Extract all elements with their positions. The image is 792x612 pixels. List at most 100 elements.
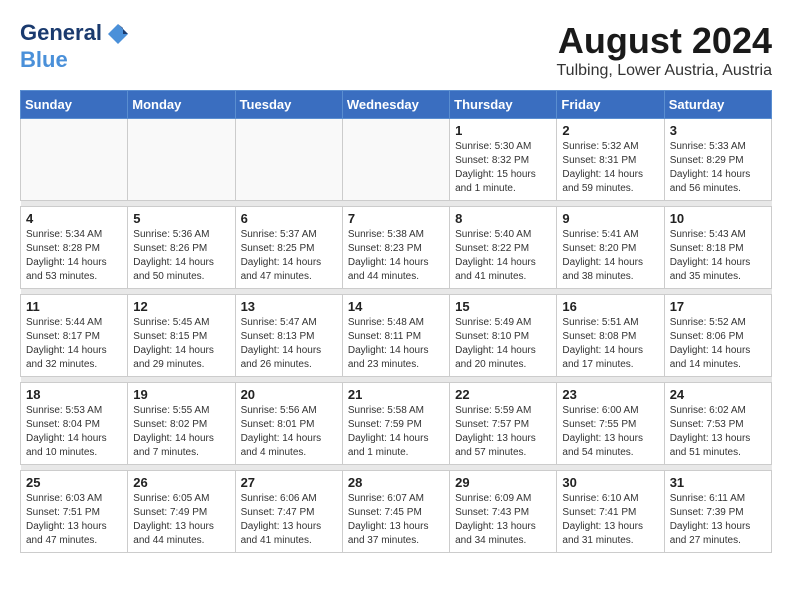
day-info: Sunrise: 5:58 AM Sunset: 7:59 PM Dayligh… [348,404,444,460]
day-number: 25 [26,475,122,490]
page-header: General Blue August 2024 Tulbing, Lower … [20,20,772,80]
table-row: 16 Sunrise: 5:51 AM Sunset: 8:08 PM Dayli… [557,295,664,377]
table-row: 11Sunrise: 5:44 AM Sunset: 8:17 PM Dayli… [21,295,128,377]
day-info: Sunrise: 6:03 AM Sunset: 7:51 PM Dayligh… [26,492,122,548]
day-number: 1 [455,123,551,138]
day-number: 10 [670,211,766,226]
table-row: 22 Sunrise: 5:59 AM Sunset: 7:57 PM Dayli… [450,383,557,465]
calendar-table: Sunday Monday Tuesday Wednesday Thursday… [20,90,772,553]
table-row: 9 Sunrise: 5:41 AM Sunset: 8:20 PM Daylig… [557,207,664,289]
day-number: 13 [241,299,337,314]
day-info: Sunrise: 5:40 AM Sunset: 8:22 PM Dayligh… [455,228,551,284]
day-info: Sunrise: 5:49 AM Sunset: 8:10 PM Dayligh… [455,316,551,372]
day-info: Sunrise: 6:05 AM Sunset: 7:49 PM Dayligh… [133,492,229,548]
table-row: 4 Sunrise: 5:34 AM Sunset: 8:28 PM Daylig… [21,207,128,289]
day-number: 4 [26,211,122,226]
table-row: 28 Sunrise: 6:07 AM Sunset: 7:45 PM Dayli… [342,471,449,553]
table-row: 30Sunrise: 6:10 AM Sunset: 7:41 PM Dayli… [557,471,664,553]
logo-icon [104,20,132,48]
day-info: Sunrise: 5:34 AM Sunset: 8:28 PM Dayligh… [26,228,122,284]
day-info: Sunrise: 6:07 AM Sunset: 7:45 PM Dayligh… [348,492,444,548]
month-title: August 2024 [556,20,772,62]
table-row: 18 Sunrise: 5:53 AM Sunset: 8:04 PM Dayli… [21,383,128,465]
day-number: 8 [455,211,551,226]
col-thursday: Thursday [450,91,557,119]
table-row: 7Sunrise: 5:38 AM Sunset: 8:23 PM Daylig… [342,207,449,289]
calendar-row: 4 Sunrise: 5:34 AM Sunset: 8:28 PM Daylig… [21,207,772,289]
day-info: Sunrise: 5:30 AM Sunset: 8:32 PM Dayligh… [455,140,551,196]
day-info: Sunrise: 6:10 AM Sunset: 7:41 PM Dayligh… [562,492,658,548]
col-sunday: Sunday [21,91,128,119]
col-wednesday: Wednesday [342,91,449,119]
day-number: 18 [26,387,122,402]
table-row: 5Sunrise: 5:36 AM Sunset: 8:26 PM Daylig… [128,207,235,289]
day-info: Sunrise: 5:48 AM Sunset: 8:11 PM Dayligh… [348,316,444,372]
day-number: 27 [241,475,337,490]
day-number: 3 [670,123,766,138]
col-tuesday: Tuesday [235,91,342,119]
day-number: 12 [133,299,229,314]
col-monday: Monday [128,91,235,119]
table-row: 3Sunrise: 5:33 AM Sunset: 8:29 PM Daylig… [664,119,771,201]
day-info: Sunrise: 5:56 AM Sunset: 8:01 PM Dayligh… [241,404,337,460]
col-friday: Friday [557,91,664,119]
day-number: 5 [133,211,229,226]
table-row: 25 Sunrise: 6:03 AM Sunset: 7:51 PM Dayli… [21,471,128,553]
day-info: Sunrise: 5:43 AM Sunset: 8:18 PM Dayligh… [670,228,766,284]
day-number: 26 [133,475,229,490]
table-row: 1 Sunrise: 5:30 AM Sunset: 8:32 PM Daylig… [450,119,557,201]
table-row: 14Sunrise: 5:48 AM Sunset: 8:11 PM Dayli… [342,295,449,377]
calendar-row: 18 Sunrise: 5:53 AM Sunset: 8:04 PM Dayli… [21,383,772,465]
day-info: Sunrise: 5:32 AM Sunset: 8:31 PM Dayligh… [562,140,658,196]
day-info: Sunrise: 5:51 AM Sunset: 8:08 PM Dayligh… [562,316,658,372]
day-number: 19 [133,387,229,402]
day-info: Sunrise: 6:09 AM Sunset: 7:43 PM Dayligh… [455,492,551,548]
day-info: Sunrise: 5:37 AM Sunset: 8:25 PM Dayligh… [241,228,337,284]
day-info: Sunrise: 5:45 AM Sunset: 8:15 PM Dayligh… [133,316,229,372]
day-number: 20 [241,387,337,402]
table-row: 8 Sunrise: 5:40 AM Sunset: 8:22 PM Daylig… [450,207,557,289]
calendar-row: 25 Sunrise: 6:03 AM Sunset: 7:51 PM Dayli… [21,471,772,553]
day-number: 15 [455,299,551,314]
day-number: 2 [562,123,658,138]
table-row: 27 Sunrise: 6:06 AM Sunset: 7:47 PM Dayli… [235,471,342,553]
calendar-row: 1 Sunrise: 5:30 AM Sunset: 8:32 PM Daylig… [21,119,772,201]
day-info: Sunrise: 5:52 AM Sunset: 8:06 PM Dayligh… [670,316,766,372]
day-info: Sunrise: 6:06 AM Sunset: 7:47 PM Dayligh… [241,492,337,548]
location-title: Tulbing, Lower Austria, Austria [556,62,772,80]
table-row: 20 Sunrise: 5:56 AM Sunset: 8:01 PM Dayli… [235,383,342,465]
day-number: 28 [348,475,444,490]
day-number: 16 [562,299,658,314]
day-number: 7 [348,211,444,226]
day-number: 21 [348,387,444,402]
table-row [21,119,128,201]
table-row: 6Sunrise: 5:37 AM Sunset: 8:25 PM Daylig… [235,207,342,289]
table-row [342,119,449,201]
day-info: Sunrise: 5:44 AM Sunset: 8:17 PM Dayligh… [26,316,122,372]
table-row: 24 Sunrise: 6:02 AM Sunset: 7:53 PM Dayli… [664,383,771,465]
logo-subtext: Blue [20,48,132,72]
day-info: Sunrise: 5:47 AM Sunset: 8:13 PM Dayligh… [241,316,337,372]
table-row: 19 Sunrise: 5:55 AM Sunset: 8:02 PM Dayli… [128,383,235,465]
table-row [128,119,235,201]
day-number: 24 [670,387,766,402]
table-row: 17Sunrise: 5:52 AM Sunset: 8:06 PM Dayli… [664,295,771,377]
title-block: August 2024 Tulbing, Lower Austria, Aust… [556,20,772,80]
calendar-row: 11Sunrise: 5:44 AM Sunset: 8:17 PM Dayli… [21,295,772,377]
table-row: 12 Sunrise: 5:45 AM Sunset: 8:15 PM Dayli… [128,295,235,377]
day-info: Sunrise: 5:55 AM Sunset: 8:02 PM Dayligh… [133,404,229,460]
day-info: Sunrise: 5:41 AM Sunset: 8:20 PM Dayligh… [562,228,658,284]
day-number: 22 [455,387,551,402]
day-info: Sunrise: 6:02 AM Sunset: 7:53 PM Dayligh… [670,404,766,460]
day-number: 29 [455,475,551,490]
table-row: 13 Sunrise: 5:47 AM Sunset: 8:13 PM Dayli… [235,295,342,377]
day-info: Sunrise: 5:53 AM Sunset: 8:04 PM Dayligh… [26,404,122,460]
day-info: Sunrise: 6:00 AM Sunset: 7:55 PM Dayligh… [562,404,658,460]
day-info: Sunrise: 5:59 AM Sunset: 7:57 PM Dayligh… [455,404,551,460]
logo: General Blue [20,20,132,72]
table-row [235,119,342,201]
day-number: 23 [562,387,658,402]
day-number: 9 [562,211,658,226]
day-info: Sunrise: 6:11 AM Sunset: 7:39 PM Dayligh… [670,492,766,548]
table-row: 15 Sunrise: 5:49 AM Sunset: 8:10 PM Dayli… [450,295,557,377]
